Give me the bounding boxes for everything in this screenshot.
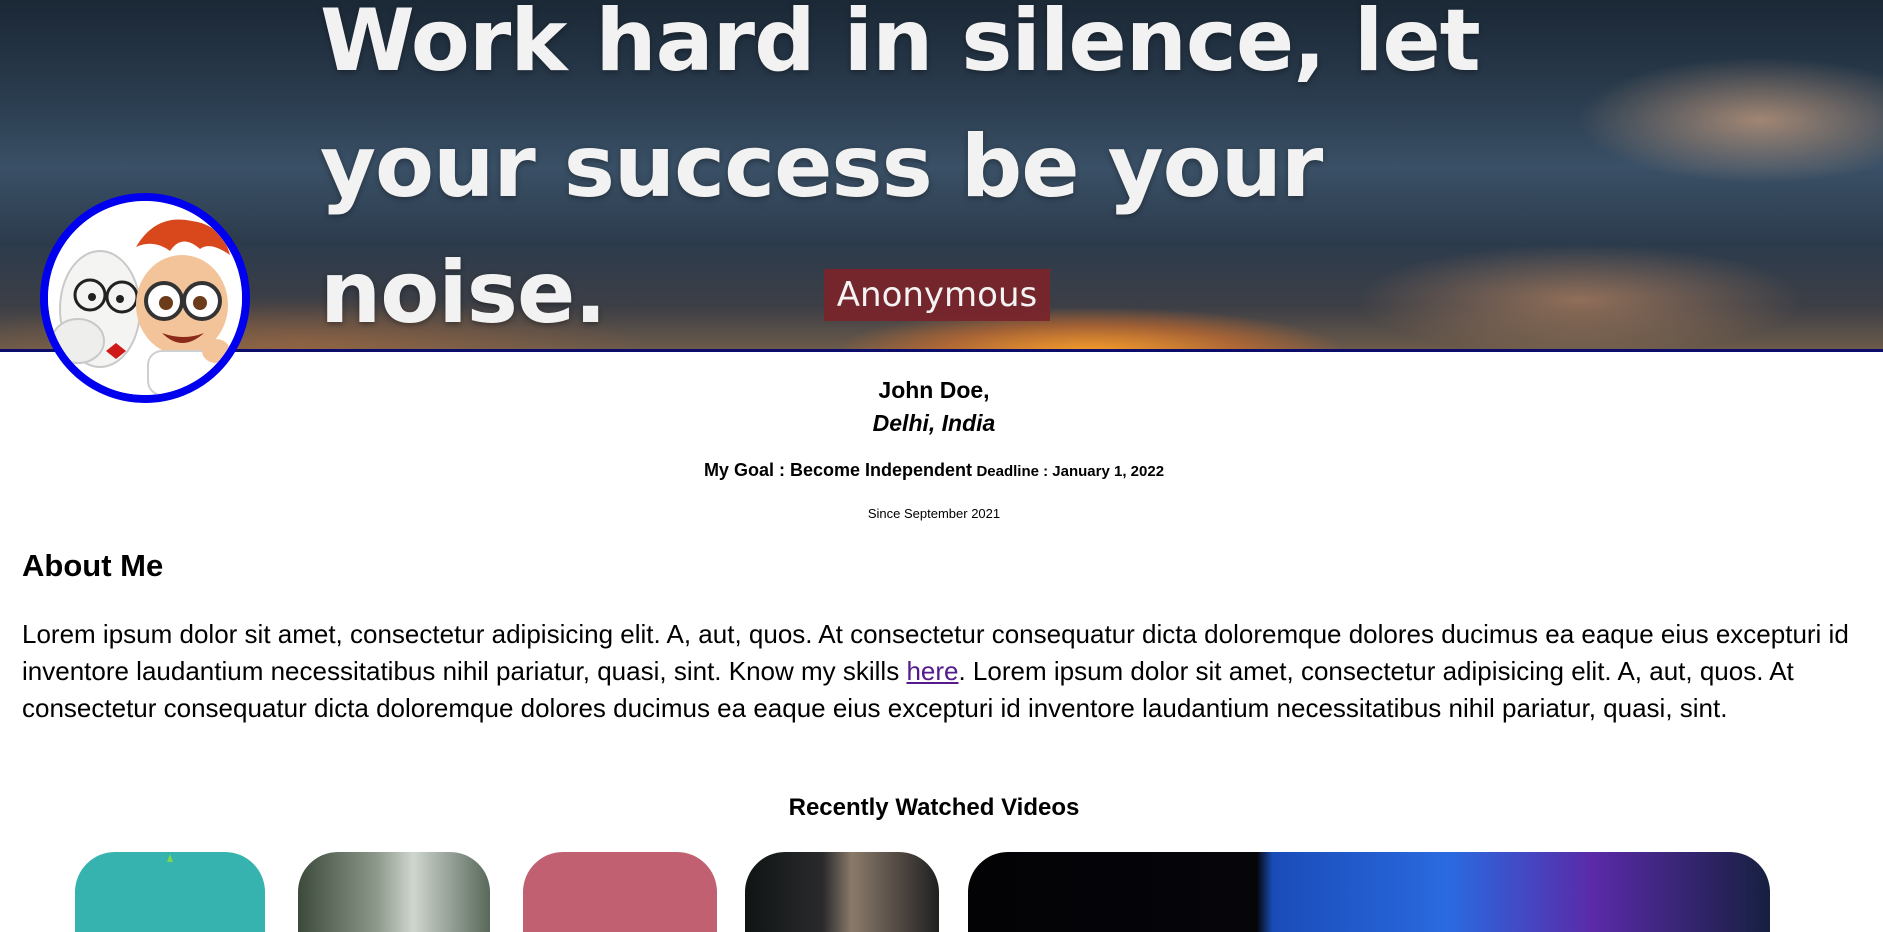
profile-avatar bbox=[40, 193, 250, 403]
hero-banner: Work hard in silence, let your success b… bbox=[0, 0, 1883, 352]
video-thumbnail[interactable] bbox=[75, 852, 265, 932]
video-thumbnail[interactable] bbox=[298, 852, 490, 932]
cartoon-avatar-image bbox=[48, 201, 242, 395]
profile-name: John Doe, bbox=[878, 377, 990, 403]
profile-location: Delhi, India bbox=[872, 410, 996, 436]
deadline-text: Deadline : January 1, 2022 bbox=[976, 463, 1165, 480]
skills-link[interactable]: here bbox=[906, 656, 958, 686]
quote-author-badge: Anonymous bbox=[824, 269, 1050, 321]
star-icon bbox=[167, 854, 173, 862]
video-thumbnail[interactable] bbox=[523, 852, 717, 932]
hero-quote-line-1: Work hard in silence, let bbox=[320, 0, 1481, 91]
video-thumbnail[interactable] bbox=[968, 852, 1770, 932]
goal-text: My Goal : Become Independent bbox=[703, 460, 972, 480]
hero-quote-line-2: your success be your noise. bbox=[320, 117, 1323, 343]
member-since: Since September 2021 bbox=[867, 506, 1001, 521]
about-paragraph: Lorem ipsum dolor sit amet, consectetur … bbox=[22, 616, 1872, 727]
video-thumbnail[interactable] bbox=[745, 852, 939, 932]
about-heading: About Me bbox=[22, 548, 164, 583]
recently-watched-heading: Recently Watched Videos bbox=[788, 794, 1080, 821]
goal-line: My Goal : Become Independent Deadline : … bbox=[0, 460, 1868, 481]
